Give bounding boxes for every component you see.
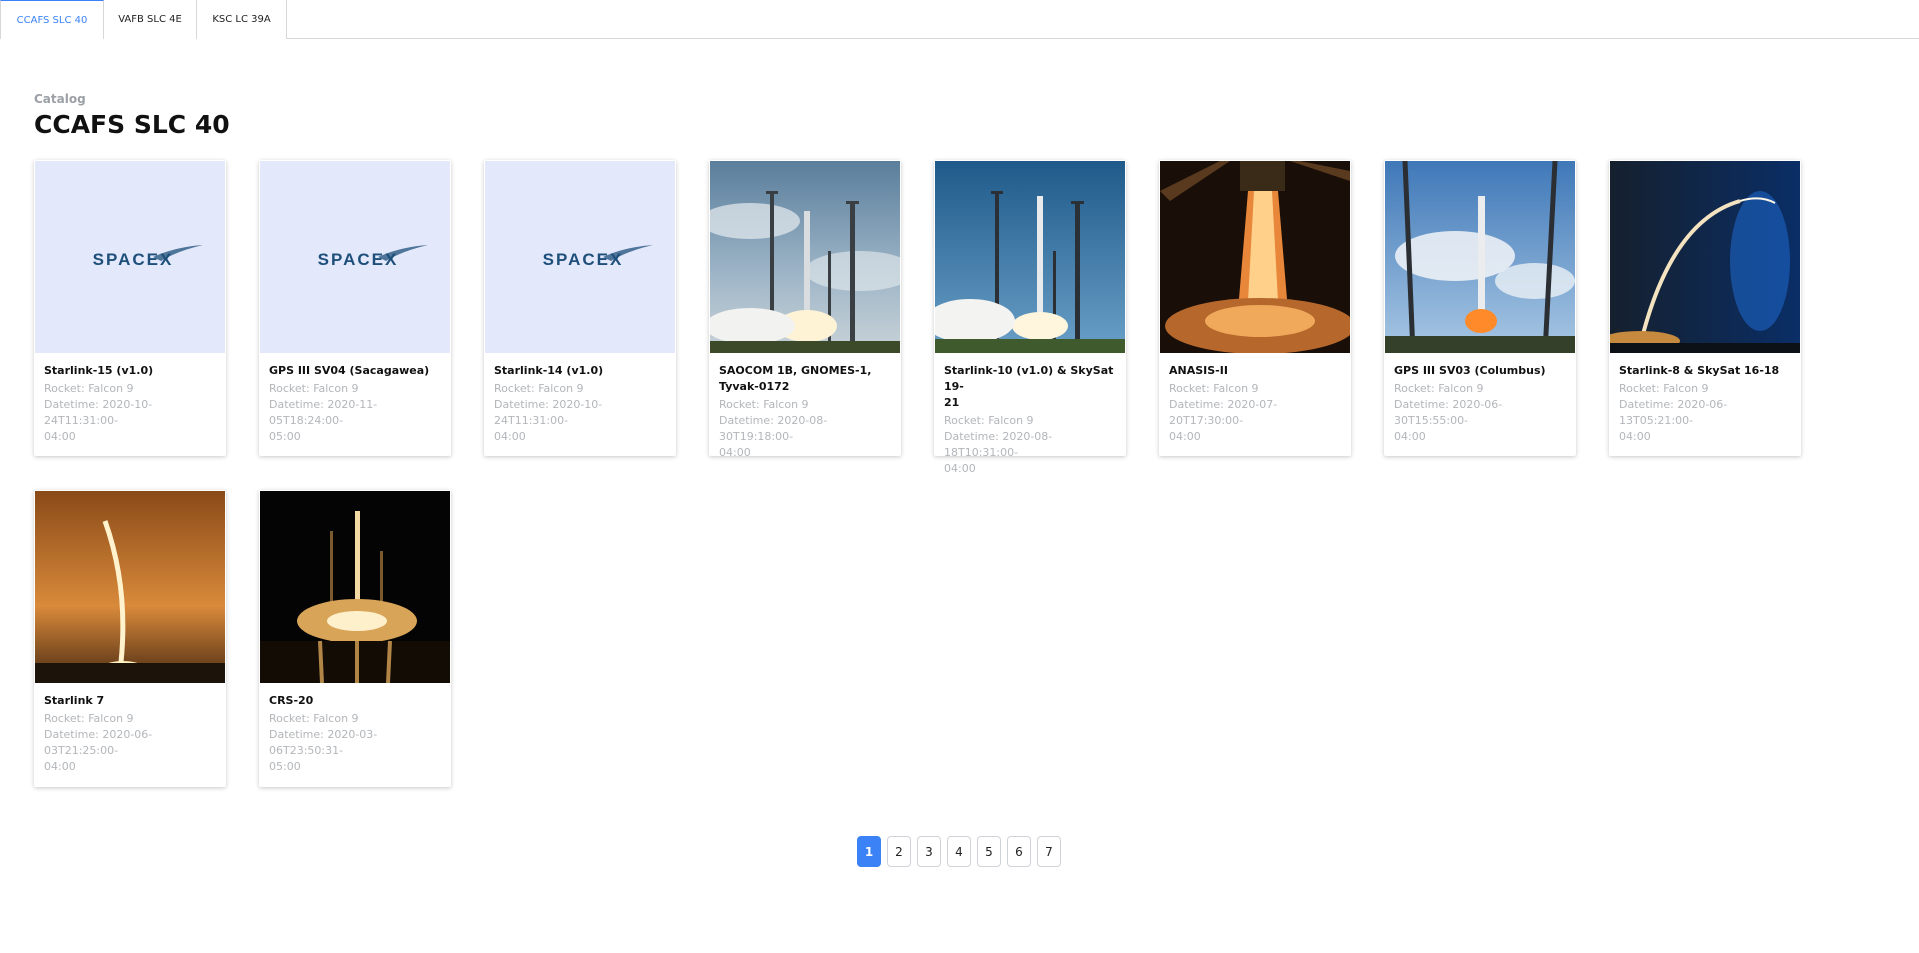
rocket-name: Rocket: Falcon 9 <box>944 414 1034 427</box>
mission-name: Starlink-8 & SkySat 16-18 <box>1619 364 1780 377</box>
catalog-eyebrow: Catalog <box>34 92 86 106</box>
page-5-button[interactable]: 5 <box>977 836 1001 867</box>
mission-name-cont: 21 <box>944 396 960 409</box>
launch-card-body: ANASIS-II Rocket: Falcon 9 Datetime: 2020-… <box>1159 354 1351 457</box>
launch-datetime-tz: 04:00 <box>719 446 751 459</box>
page-6-button[interactable]: 6 <box>1007 836 1031 867</box>
launch-card[interactable]: SAOCOM 1B, GNOMES-1, Tyvak-0172 Rocket: Fa… <box>709 160 901 459</box>
launch-card-body: SAOCOM 1B, GNOMES-1, Tyvak-0172 Rocket: Fa… <box>709 354 901 473</box>
tab-vafb-slc-4e[interactable]: VAFB SLC 4E <box>104 0 197 39</box>
launch-datetime: Datetime: 2020-06-13T05:21:00- <box>1619 398 1728 427</box>
launch-photo <box>1160 161 1350 353</box>
mission-name: ANASIS-II <box>1169 364 1228 377</box>
launch-card[interactable]: Starlink-8 & SkySat 16-18 Rocket: Falcon … <box>1609 160 1801 456</box>
launch-datetime-tz: 04:00 <box>944 462 976 475</box>
page-3-button[interactable]: 3 <box>917 836 941 867</box>
rocket-name: Rocket: Falcon 9 <box>44 382 134 395</box>
launch-card-body: Starlink 7 Rocket: Falcon 9 Datetime: 2020… <box>34 684 226 787</box>
launch-card[interactable]: Starlink-10 (v1.0) & SkySat 19- 21 Rocket:… <box>934 160 1126 475</box>
page-1-button[interactable]: 1 <box>857 836 881 867</box>
launch-card-body: CRS-20 Rocket: Falcon 9 Datetime: 2020-03-… <box>259 684 451 787</box>
rocket-name: Rocket: Falcon 9 <box>1394 382 1484 395</box>
rocket-name: Rocket: Falcon 9 <box>1619 382 1709 395</box>
launch-card-body: GPS III SV03 (Columbus) Rocket: Falcon 9 D… <box>1384 354 1576 457</box>
launch-card-body: Starlink-8 & SkySat 16-18 Rocket: Falcon … <box>1609 354 1801 457</box>
launch-card[interactable]: CRS-20 Rocket: Falcon 9 Datetime: 2020-03-… <box>259 490 451 787</box>
launch-photo <box>1385 161 1575 353</box>
launch-photo <box>710 161 900 353</box>
launch-card[interactable]: ANASIS-II Rocket: Falcon 9 Datetime: 2020-… <box>1159 160 1351 456</box>
launch-photo <box>35 491 225 683</box>
launch-datetime-tz: 04:00 <box>44 430 76 443</box>
launch-datetime: Datetime: 2020-07-20T17:30:00- <box>1169 398 1278 427</box>
launch-datetime-tz: 04:00 <box>44 760 76 773</box>
spacex-logo-placeholder: SPACEX <box>260 161 450 353</box>
launch-datetime-tz: 05:00 <box>269 430 301 443</box>
mission-name: SAOCOM 1B, GNOMES-1, <box>719 364 872 377</box>
tab-ccafs-slc-40[interactable]: CCAFS SLC 40 <box>0 0 104 39</box>
launch-datetime: Datetime: 2020-11-05T18:24:00- <box>269 398 378 427</box>
launch-datetime: Datetime: 2020-06-30T15:55:00- <box>1394 398 1503 427</box>
launch-datetime: Datetime: 2020-06-03T21:25:00- <box>44 728 153 757</box>
mission-name: Starlink-10 (v1.0) & SkySat 19- <box>944 364 1114 393</box>
page-7-button[interactable]: 7 <box>1037 836 1061 867</box>
mission-name: Starlink 7 <box>44 694 105 707</box>
mission-name: Starlink-14 (v1.0) <box>494 364 604 377</box>
launch-photo <box>260 491 450 683</box>
tab-ksc-lc-39a[interactable]: KSC LC 39A <box>197 0 287 39</box>
pagination: 1234567 <box>857 836 1061 867</box>
mission-name: CRS-20 <box>269 694 314 707</box>
mission-name: Starlink-15 (v1.0) <box>44 364 154 377</box>
launch-card-body: Starlink-10 (v1.0) & SkySat 19- 21 Rocket:… <box>934 354 1126 489</box>
page-title: CCAFS SLC 40 <box>34 110 230 139</box>
launch-card-body: Starlink-14 (v1.0) Rocket: Falcon 9 Dateti… <box>484 354 676 457</box>
rocket-name: Rocket: Falcon 9 <box>1169 382 1259 395</box>
launch-datetime-tz: 04:00 <box>1619 430 1651 443</box>
page-2-button[interactable]: 2 <box>887 836 911 867</box>
rocket-name: Rocket: Falcon 9 <box>719 398 809 411</box>
launchpad-tabs: CCAFS SLC 40 VAFB SLC 4E KSC LC 39A <box>0 0 1919 39</box>
mission-name-cont: Tyvak-0172 <box>719 380 790 393</box>
mission-name: GPS III SV04 (Sacagawea) <box>269 364 430 377</box>
launch-card[interactable]: SPACEX Starlink-15 (v1.0) Rocket: Falcon … <box>34 160 226 456</box>
spacex-logo-placeholder: SPACEX <box>485 161 675 353</box>
launch-datetime: Datetime: 2020-10-24T11:31:00- <box>494 398 603 427</box>
launch-card-body: GPS III SV04 (Sacagawea) Rocket: Falcon 9… <box>259 354 451 457</box>
launch-datetime: Datetime: 2020-08-18T10:31:00- <box>944 430 1053 459</box>
launch-card[interactable]: GPS III SV03 (Columbus) Rocket: Falcon 9 D… <box>1384 160 1576 456</box>
launch-datetime: Datetime: 2020-03-06T23:50:31- <box>269 728 378 757</box>
launch-card-body: Starlink-15 (v1.0) Rocket: Falcon 9 Dateti… <box>34 354 226 457</box>
rocket-name: Rocket: Falcon 9 <box>494 382 584 395</box>
launch-datetime: Datetime: 2020-10-24T11:31:00- <box>44 398 153 427</box>
launch-datetime-tz: 04:00 <box>1169 430 1201 443</box>
launch-datetime-tz: 04:00 <box>494 430 526 443</box>
launch-datetime-tz: 04:00 <box>1394 430 1426 443</box>
launch-card[interactable]: SPACEX GPS III SV04 (Sacagawea) Rocket: F… <box>259 160 451 456</box>
launch-photo <box>935 161 1125 353</box>
launch-photo <box>1610 161 1800 353</box>
page-4-button[interactable]: 4 <box>947 836 971 867</box>
rocket-name: Rocket: Falcon 9 <box>44 712 134 725</box>
launch-datetime: Datetime: 2020-08-30T19:18:00- <box>719 414 828 443</box>
mission-name: GPS III SV03 (Columbus) <box>1394 364 1546 377</box>
launch-card[interactable]: Starlink 7 Rocket: Falcon 9 Datetime: 2020… <box>34 490 226 787</box>
rocket-name: Rocket: Falcon 9 <box>269 712 359 725</box>
launch-datetime-tz: 05:00 <box>269 760 301 773</box>
launch-card[interactable]: SPACEX Starlink-14 (v1.0) Rocket: Falcon … <box>484 160 676 456</box>
spacex-logo-placeholder: SPACEX <box>35 161 225 353</box>
rocket-name: Rocket: Falcon 9 <box>269 382 359 395</box>
